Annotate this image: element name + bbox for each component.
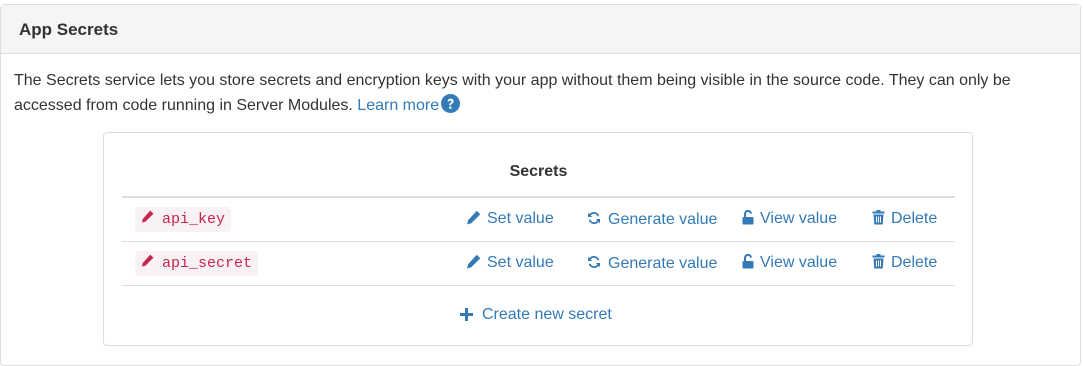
learn-more-link[interactable]: Learn more bbox=[357, 97, 439, 114]
delete-label: Delete bbox=[891, 210, 938, 227]
delete-button[interactable]: Delete bbox=[872, 254, 937, 272]
help-circle-icon[interactable] bbox=[441, 94, 461, 113]
delete-button[interactable]: Delete bbox=[872, 210, 937, 228]
set-value-label: Set value bbox=[487, 210, 554, 227]
secret-row: api_secret Set value Generate value View… bbox=[122, 242, 955, 286]
secret-name: api_key bbox=[162, 211, 226, 228]
panel-title: App Secrets bbox=[19, 20, 119, 39]
description-paragraph: The Secrets service lets you store secre… bbox=[14, 68, 1059, 118]
refresh-icon bbox=[588, 255, 600, 269]
view-value-button[interactable]: View value bbox=[742, 254, 837, 272]
generate-value-button[interactable]: Generate value bbox=[586, 254, 717, 273]
refresh-icon bbox=[588, 211, 600, 225]
set-value-label: Set value bbox=[487, 254, 554, 271]
pencil-icon bbox=[467, 210, 481, 225]
create-new-secret-label: Create new secret bbox=[482, 306, 612, 323]
unlock-icon bbox=[742, 254, 754, 269]
secret-name: api_secret bbox=[162, 255, 253, 272]
pencil-icon bbox=[141, 210, 154, 223]
create-new-secret-button[interactable]: Create new secret bbox=[460, 306, 612, 324]
pencil-icon bbox=[141, 254, 154, 267]
generate-value-label: Generate value bbox=[608, 211, 718, 228]
secrets-box: Secrets api_key Set value Generate value… bbox=[103, 132, 973, 346]
panel-heading: App Secrets bbox=[1, 5, 1080, 54]
secret-name-badge[interactable]: api_secret bbox=[135, 251, 259, 276]
generate-value-label: Generate value bbox=[608, 255, 718, 272]
trash-icon bbox=[872, 210, 885, 225]
panel-body: The Secrets service lets you store secre… bbox=[1, 54, 1080, 118]
pencil-icon bbox=[467, 254, 481, 269]
secret-row: api_key Set value Generate value View va… bbox=[122, 198, 955, 242]
view-value-button[interactable]: View value bbox=[742, 210, 837, 228]
secret-name-badge[interactable]: api_key bbox=[135, 207, 232, 232]
set-value-button[interactable]: Set value bbox=[466, 210, 554, 228]
delete-label: Delete bbox=[891, 254, 938, 271]
view-value-label: View value bbox=[760, 210, 838, 227]
plus-icon bbox=[460, 308, 473, 321]
secrets-table-header: Secrets bbox=[122, 163, 955, 198]
trash-icon bbox=[872, 254, 885, 269]
description-text: The Secrets service lets you store secre… bbox=[14, 72, 1011, 114]
generate-value-button[interactable]: Generate value bbox=[586, 210, 717, 229]
set-value-button[interactable]: Set value bbox=[466, 254, 554, 272]
view-value-label: View value bbox=[760, 254, 838, 271]
unlock-icon bbox=[742, 210, 754, 225]
